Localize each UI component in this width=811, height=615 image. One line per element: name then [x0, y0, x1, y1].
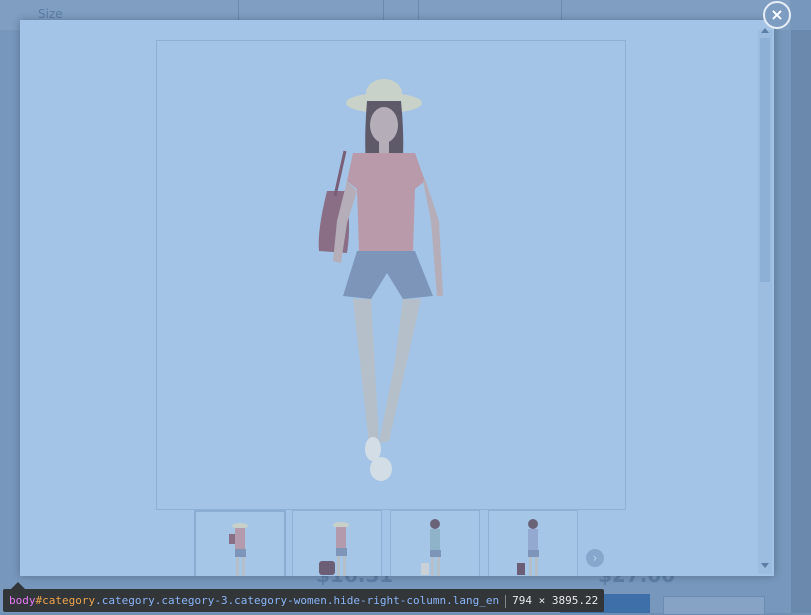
scroll-down-arrow-icon[interactable] [761, 563, 769, 568]
thumbnail-image [319, 522, 349, 576]
tooltip-classes: .category.category-3.category-women.hide… [95, 594, 500, 607]
thumbnail-image [229, 523, 248, 576]
thumbnail-4[interactable] [488, 510, 578, 576]
background-quantity-box [663, 596, 765, 615]
close-icon: × [770, 5, 784, 24]
scroll-up-arrow-icon[interactable] [761, 28, 769, 33]
thumbnail-2[interactable] [292, 510, 382, 576]
thumbnail-image [517, 519, 539, 576]
tooltip-id: #category [35, 594, 96, 607]
close-lightbox-button[interactable]: × [763, 1, 791, 29]
thumbnail-strip [194, 510, 584, 576]
main-product-image [156, 40, 626, 510]
tooltip-separator [505, 594, 507, 608]
thumbnail-image [421, 519, 441, 576]
background-size-label: Size [38, 7, 63, 21]
lightbox-scrollbar-thumb[interactable] [760, 38, 770, 282]
model-photo [318, 79, 443, 481]
next-thumbnail-arrow-icon[interactable]: › [586, 549, 604, 567]
thumbnail-3[interactable] [390, 510, 480, 576]
page-scrollbar[interactable] [791, 30, 811, 613]
thumbnail-1[interactable] [194, 510, 286, 576]
tooltip-dimensions: 794 × 3895.22 [512, 594, 599, 607]
image-lightbox: › [20, 20, 774, 576]
devtools-tooltip-caret [11, 582, 25, 589]
devtools-element-tooltip: body#category.category.category-3.catego… [3, 589, 605, 612]
tooltip-tag: body [9, 594, 36, 607]
